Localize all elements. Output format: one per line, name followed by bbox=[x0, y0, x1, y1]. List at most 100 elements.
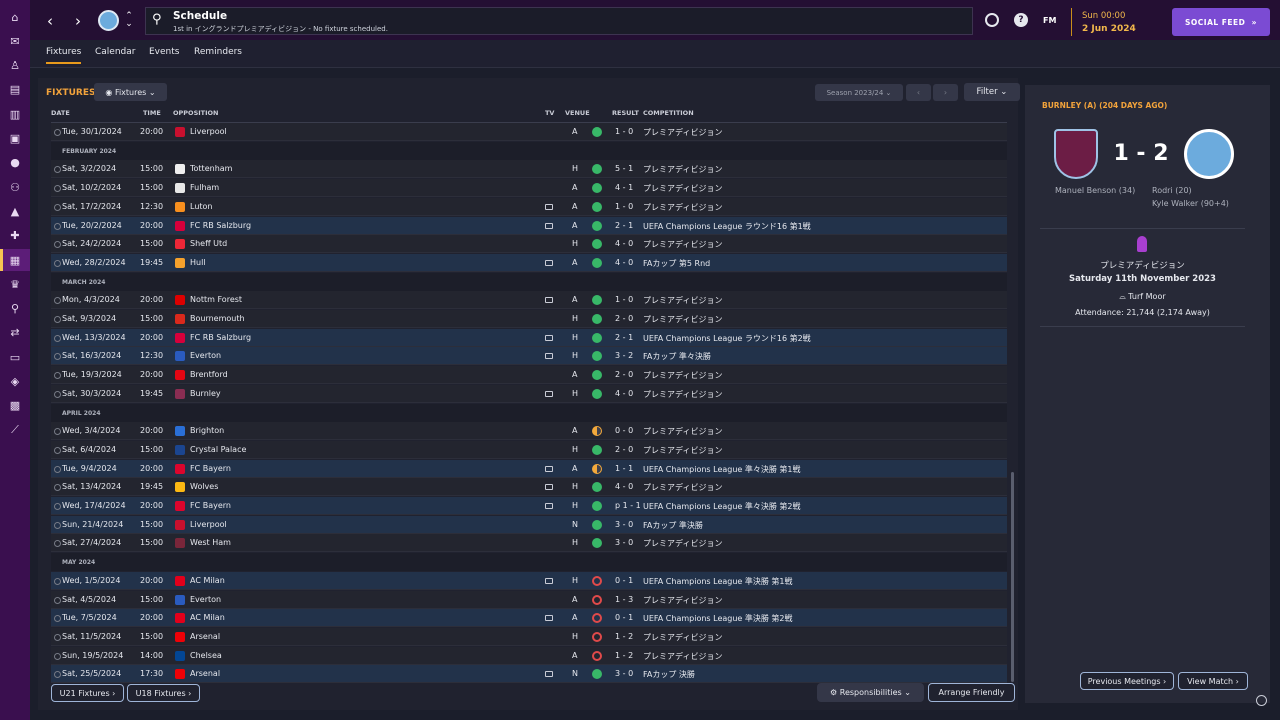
fixture-row[interactable]: Wed, 28/2/2024 19:45 Hull A 4 - 0 FAカップ 第5 Rn… bbox=[51, 253, 1007, 272]
fixture-opposition[interactable]: Arsenal bbox=[190, 632, 220, 641]
scout-icon[interactable]: ⚲ bbox=[0, 298, 30, 320]
fixture-result[interactable]: 3 - 2 bbox=[615, 351, 645, 360]
fixture-row[interactable]: Wed, 17/4/2024 20:00 FC Bayern Hp 1 - 1 UEFA… bbox=[51, 497, 1007, 515]
fixture-competition[interactable]: UEFA Champions League 準々決勝 第2戦 bbox=[643, 501, 801, 512]
fixture-competition[interactable]: FAカップ 決勝 bbox=[643, 669, 695, 680]
season-dropdown[interactable]: Season 2023/24 ⌄ bbox=[815, 84, 903, 101]
column-venue[interactable]: VENUE bbox=[565, 109, 590, 117]
club-switch-icon[interactable]: ⌃ ⌄ bbox=[119, 12, 139, 29]
fixture-row[interactable]: Sat, 4/5/2024 15:00 Everton A 1 - 3 プレミアディビジョ… bbox=[51, 590, 1007, 609]
ball-icon[interactable]: ● bbox=[0, 152, 30, 174]
fixture-opposition[interactable]: Burnley bbox=[190, 389, 221, 398]
coach-icon[interactable]: ▲ bbox=[0, 200, 30, 222]
fixture-opposition[interactable]: Luton bbox=[190, 202, 213, 211]
fixture-row[interactable]: Tue, 20/2/2024 20:00 FC RB Salzburg A 2 - 1U… bbox=[51, 216, 1007, 235]
fixture-opposition[interactable]: Liverpool bbox=[190, 127, 227, 136]
fixture-opposition[interactable]: Sheff Utd bbox=[190, 239, 227, 248]
fixture-competition[interactable]: プレミアディビジョン bbox=[643, 445, 722, 456]
fixture-opposition[interactable]: Crystal Palace bbox=[190, 445, 246, 454]
fixture-competition[interactable]: プレミアディビジョン bbox=[643, 389, 722, 400]
fixture-opposition[interactable]: Bournemouth bbox=[190, 314, 245, 323]
fixtures-scrollbar[interactable] bbox=[1011, 472, 1014, 682]
fixture-opposition[interactable]: Liverpool bbox=[190, 520, 227, 529]
fixture-competition[interactable]: プレミアディビジョン bbox=[643, 127, 722, 138]
club-crest-icon[interactable] bbox=[98, 10, 119, 31]
game-date[interactable]: Sun 00:00 2 Jun 2024 bbox=[1071, 8, 1163, 36]
fixture-row[interactable]: Sat, 17/2/2024 12:30 Luton A 1 - 0 プレミアディビジョン bbox=[51, 197, 1007, 216]
fixture-competition[interactable]: プレミアディビジョン bbox=[643, 595, 722, 606]
club-icon[interactable]: ◈ bbox=[0, 371, 30, 393]
fixture-result[interactable]: 0 - 0 bbox=[615, 426, 645, 435]
fixture-result[interactable]: 5 - 1 bbox=[615, 164, 645, 173]
fixture-row[interactable]: Tue, 19/3/2024 20:00 Brentford A 2 - 0 プレミアディ… bbox=[51, 366, 1007, 385]
fixture-row[interactable]: Sat, 27/4/2024 15:00 West Ham H 3 - 0 プレミアディビ… bbox=[51, 534, 1007, 553]
fixture-result[interactable]: 0 - 1 bbox=[615, 613, 645, 622]
transfer-icon[interactable]: ⇄ bbox=[0, 322, 30, 344]
fixture-result[interactable]: 4 - 1 bbox=[615, 183, 645, 192]
fixture-opposition[interactable]: FC Bayern bbox=[190, 501, 231, 510]
responsibilities-button[interactable]: ⚙ Responsibilities ⌄ bbox=[817, 683, 924, 702]
fixture-competition[interactable]: UEFA Champions League ラウンド16 第1戦 bbox=[643, 221, 811, 232]
fixture-result[interactable]: 4 - 0 bbox=[615, 389, 645, 398]
filter-button[interactable]: Filter ⌄ bbox=[964, 83, 1020, 101]
trophy-icon[interactable] bbox=[985, 13, 999, 27]
fixture-competition[interactable]: プレミアディビジョン bbox=[643, 426, 722, 437]
fixture-opposition[interactable]: Everton bbox=[190, 595, 221, 604]
fixture-competition[interactable]: プレミアディビジョン bbox=[643, 538, 722, 549]
fixture-result[interactable]: 3 - 0 bbox=[615, 669, 645, 678]
arrange-friendly-button[interactable]: Arrange Friendly bbox=[928, 683, 1015, 702]
fixture-result[interactable]: 1 - 2 bbox=[615, 651, 645, 660]
kit-icon[interactable]: ♙ bbox=[0, 55, 30, 77]
clipboard-icon[interactable]: ▤ bbox=[0, 79, 30, 101]
fixture-opposition[interactable]: Chelsea bbox=[190, 651, 222, 660]
arrow-icon[interactable]: ⟋ bbox=[0, 419, 30, 441]
fixture-result[interactable]: 1 - 2 bbox=[615, 632, 645, 641]
fixture-competition[interactable]: プレミアディビジョン bbox=[643, 482, 722, 493]
fixture-result[interactable]: 1 - 0 bbox=[615, 127, 645, 136]
fixture-competition[interactable]: プレミアディビジョン bbox=[643, 370, 722, 381]
u18-fixtures-button[interactable]: U18 Fixtures › bbox=[127, 684, 200, 702]
column-date[interactable]: DATE bbox=[51, 109, 70, 117]
fixture-row[interactable]: Sat, 9/3/2024 15:00 Bournemouth H 2 - 0 プレミアデ… bbox=[51, 310, 1007, 328]
fixture-competition[interactable]: プレミアディビジョン bbox=[643, 239, 722, 250]
trophy-icon[interactable]: ♛ bbox=[0, 273, 30, 295]
fixture-competition[interactable]: プレミアディビジョン bbox=[643, 183, 722, 194]
fixture-competition[interactable]: UEFA Champions League 準決勝 第2戦 bbox=[643, 613, 793, 624]
fixture-row[interactable]: Sat, 11/5/2024 15:00 Arsenal H 1 - 2 プレミアディビジ… bbox=[51, 627, 1007, 646]
fixture-competition[interactable]: プレミアディビジョン bbox=[643, 202, 722, 213]
fixture-opposition[interactable]: Everton bbox=[190, 351, 221, 360]
help-icon[interactable]: ? bbox=[1014, 13, 1028, 27]
fixture-competition[interactable]: UEFA Champions League 準々決勝 第1戦 bbox=[643, 464, 801, 475]
fm-menu-button[interactable]: FM bbox=[1043, 16, 1056, 25]
finance-icon[interactable]: ▭ bbox=[0, 346, 30, 368]
fixture-result[interactable]: 2 - 0 bbox=[615, 370, 645, 379]
fixture-opposition[interactable]: AC Milan bbox=[190, 613, 225, 622]
fixture-opposition[interactable]: FC RB Salzburg bbox=[190, 221, 251, 230]
report-icon[interactable]: ▥ bbox=[0, 103, 30, 125]
fixture-result[interactable]: 1 - 0 bbox=[615, 202, 645, 211]
social-feed-button[interactable]: SOCIAL FEED » bbox=[1172, 8, 1270, 36]
fixture-competition[interactable]: プレミアディビジョン bbox=[643, 314, 722, 325]
fixture-opposition[interactable]: FC RB Salzburg bbox=[190, 333, 251, 342]
season-prev-button[interactable]: ‹ bbox=[906, 84, 931, 101]
fixture-opposition[interactable]: Wolves bbox=[190, 482, 218, 491]
man-city-crest-icon[interactable] bbox=[1184, 129, 1234, 179]
fixture-row[interactable]: Mon, 4/3/2024 20:00 Nottm Forest A 1 - 0 プレミア… bbox=[51, 291, 1007, 310]
fixture-opposition[interactable]: Nottm Forest bbox=[190, 295, 242, 304]
medical-icon[interactable]: ✚ bbox=[0, 225, 30, 247]
fixture-row[interactable]: Sat, 24/2/2024 15:00 Sheff Utd H 4 - 0 プレミアディ… bbox=[51, 235, 1007, 254]
fixture-competition[interactable]: UEFA Champions League 準決勝 第1戦 bbox=[643, 576, 793, 587]
column-tv[interactable]: TV bbox=[545, 109, 554, 117]
previous-meetings-button[interactable]: Previous Meetings › bbox=[1080, 672, 1174, 690]
inbox-icon[interactable]: ✉ bbox=[0, 30, 30, 52]
burnley-crest-icon[interactable] bbox=[1054, 129, 1098, 179]
match-score[interactable]: 1 - 2 bbox=[1100, 141, 1182, 166]
fixture-result[interactable]: 1 - 1 bbox=[615, 464, 645, 473]
fixture-opposition[interactable]: Hull bbox=[190, 258, 206, 267]
column-result[interactable]: RESULT bbox=[612, 109, 639, 117]
view-match-button[interactable]: View Match › bbox=[1178, 672, 1248, 690]
fixture-result[interactable]: 2 - 1 bbox=[615, 221, 645, 230]
fixture-competition[interactable]: プレミアディビジョン bbox=[643, 651, 722, 662]
fixture-result[interactable]: 4 - 0 bbox=[615, 482, 645, 491]
tab-calendar[interactable]: Calendar bbox=[95, 47, 135, 57]
